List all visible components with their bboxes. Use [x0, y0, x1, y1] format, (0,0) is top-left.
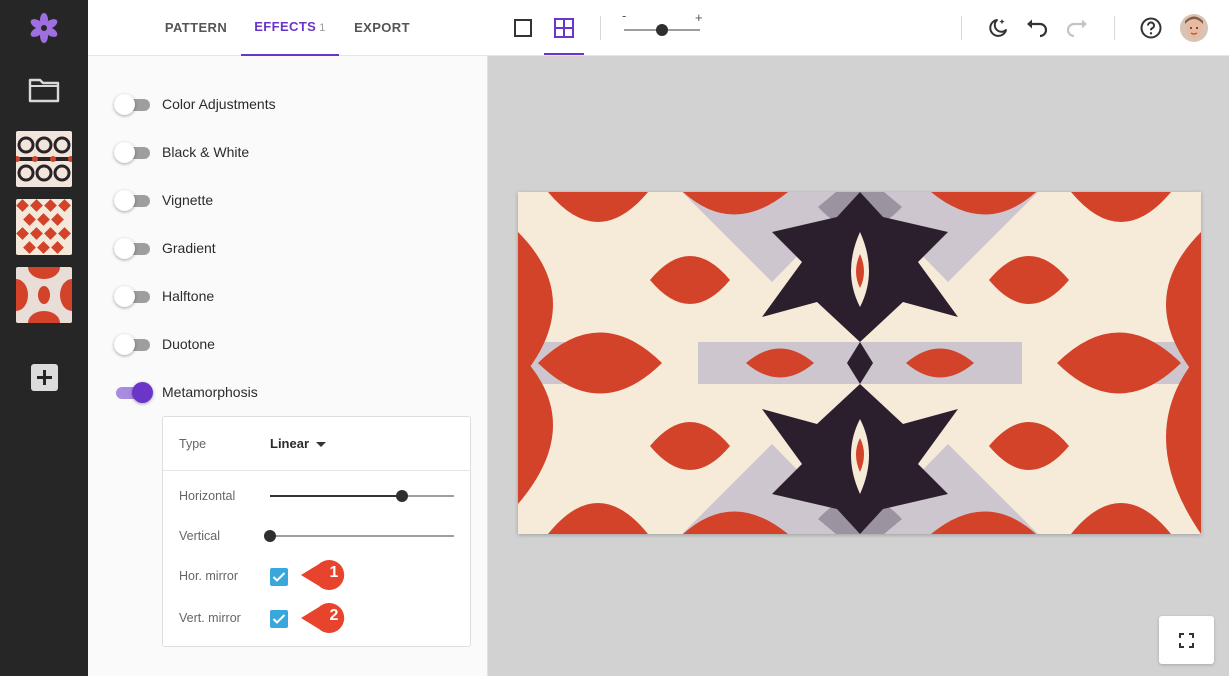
divider — [600, 16, 601, 40]
callout-marker-2: 2 — [301, 601, 347, 635]
vertical-label: Vertical — [179, 529, 220, 543]
color-adjustments-toggle[interactable] — [114, 94, 152, 115]
redo-icon[interactable] — [1066, 18, 1088, 43]
moon-stars-icon[interactable] — [987, 17, 1009, 44]
divider — [163, 470, 470, 471]
effect-label: Metamorphosis — [162, 384, 258, 400]
help-circle-icon[interactable] — [1140, 17, 1162, 44]
zoom-slider[interactable] — [624, 23, 700, 37]
marker-number: 2 — [329, 607, 339, 624]
undo-icon[interactable] — [1026, 18, 1048, 43]
effect-row-metamorphosis: Metamorphosis — [114, 380, 258, 404]
vert-mirror-checkbox[interactable] — [270, 610, 288, 628]
chevron-down-icon[interactable] — [316, 442, 326, 447]
pattern-thumb-1[interactable] — [16, 131, 72, 187]
tab-label: EXPORT — [354, 20, 410, 35]
effect-row-vignette: Vignette — [114, 188, 213, 212]
hor-mirror-checkbox[interactable] — [270, 568, 288, 586]
user-avatar[interactable] — [1180, 14, 1208, 42]
fullscreen-icon[interactable] — [1159, 616, 1214, 664]
canvas-area — [488, 56, 1229, 676]
pattern-thumb-3[interactable] — [16, 267, 72, 323]
zoom-minus[interactable]: - — [622, 8, 626, 23]
grid-2x2-icon[interactable] — [554, 18, 574, 43]
pattern-preview[interactable] — [518, 192, 1201, 534]
app-rail — [0, 0, 88, 676]
effect-label: Black & White — [162, 144, 250, 160]
effect-row-halftone: Halftone — [114, 284, 214, 308]
hor-mirror-label: Hor. mirror — [179, 569, 239, 583]
metamorphosis-toggle[interactable] — [114, 382, 153, 403]
black-white-toggle[interactable] — [114, 142, 152, 163]
tab-effects[interactable]: EFFECTS 1 — [241, 0, 339, 56]
horizontal-slider[interactable] — [270, 489, 454, 503]
plus-square-icon[interactable] — [31, 364, 58, 391]
folder-icon[interactable] — [28, 76, 60, 104]
effect-row-duotone: Duotone — [114, 332, 215, 356]
tab-pattern[interactable]: PATTERN — [158, 0, 234, 56]
divider — [961, 16, 962, 40]
flower-logo-icon[interactable] — [28, 12, 60, 44]
top-toolbar: - + — [488, 0, 1229, 56]
divider — [1114, 16, 1115, 40]
view-active-indicator — [544, 53, 584, 55]
marker-number: 1 — [329, 564, 339, 581]
pattern-thumb-2[interactable] — [16, 199, 72, 255]
slider-handle[interactable] — [396, 490, 408, 502]
metamorphosis-options: Type Linear Horizontal Vertical Hor. mir… — [162, 416, 471, 647]
halftone-toggle[interactable] — [114, 286, 152, 307]
effect-label: Color Adjustments — [162, 96, 276, 112]
vert-mirror-label: Vert. mirror — [179, 611, 241, 625]
tab-label: EFFECTS — [254, 19, 317, 34]
effect-label: Gradient — [162, 240, 216, 256]
vignette-toggle[interactable] — [114, 190, 152, 211]
tab-label: PATTERN — [164, 20, 228, 35]
duotone-toggle[interactable] — [114, 334, 152, 355]
vertical-slider[interactable] — [264, 529, 454, 543]
type-select[interactable]: Linear — [270, 436, 309, 451]
effect-label: Halftone — [162, 288, 215, 304]
settings-panel: PATTERN EFFECTS 1 EXPORT Color Adjustment… — [88, 0, 488, 676]
tab-badge: 1 — [319, 22, 326, 34]
type-label: Type — [179, 437, 207, 451]
tab-bar: PATTERN EFFECTS 1 EXPORT — [88, 0, 488, 56]
callout-marker-1: 1 — [301, 558, 347, 592]
effect-row-black-white: Black & White — [114, 140, 249, 164]
slider-handle[interactable] — [656, 24, 668, 36]
effect-label: Duotone — [162, 336, 215, 352]
horizontal-label: Horizontal — [179, 489, 236, 503]
single-square-icon[interactable] — [514, 19, 532, 42]
effect-label: Vignette — [162, 192, 214, 208]
gradient-toggle[interactable] — [114, 238, 152, 259]
tab-export[interactable]: EXPORT — [346, 0, 418, 56]
effect-row-color-adjustments: Color Adjustments — [114, 92, 276, 116]
slider-handle[interactable] — [264, 530, 276, 542]
effect-row-gradient: Gradient — [114, 236, 216, 260]
